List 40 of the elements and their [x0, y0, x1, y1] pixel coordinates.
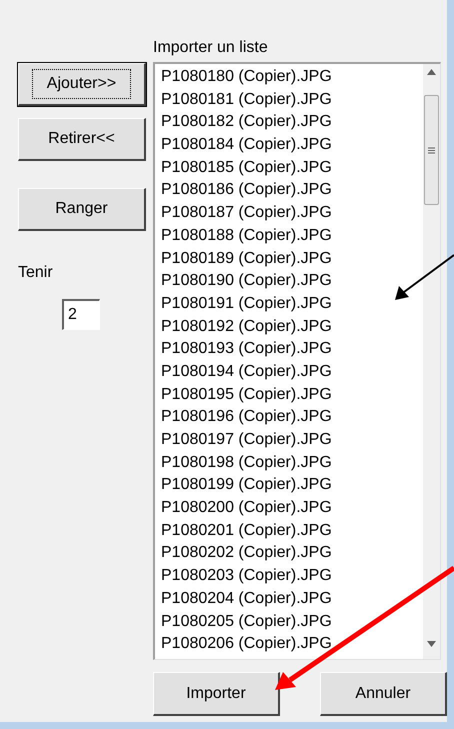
- list-item[interactable]: P1080204 (Copier).JPG: [161, 588, 423, 610]
- list-item[interactable]: P1080203 (Copier).JPG: [161, 565, 423, 588]
- list-item[interactable]: P1080188 (Copier).JPG: [161, 224, 423, 248]
- list-item[interactable]: P1080197 (Copier).JPG: [161, 429, 423, 452]
- list-item[interactable]: P1080181 (Copier).JPG: [161, 88, 423, 112]
- list-item[interactable]: P1080198 (Copier).JPG: [161, 452, 423, 474]
- hold-field[interactable]: 2: [62, 299, 100, 330]
- list-item[interactable]: P1080191 (Copier).JPG: [161, 292, 423, 316]
- list-item[interactable]: P1080194 (Copier).JPG: [161, 360, 423, 384]
- side-button[interactable]: Retirer<<: [18, 118, 146, 161]
- list-item[interactable]: P1080189 (Copier).JPG: [161, 248, 423, 270]
- list-item[interactable]: P1080196 (Copier).JPG: [161, 406, 423, 429]
- footer-button[interactable]: Annuler: [320, 672, 447, 716]
- list-item[interactable]: P1080201 (Copier).JPG: [161, 520, 423, 542]
- list-item[interactable]: P1080185 (Copier).JPG: [161, 156, 423, 180]
- scroll-down-icon[interactable]: [427, 641, 436, 647]
- side-button[interactable]: Ajouter>>: [18, 63, 146, 106]
- scroll-thumb[interactable]: [424, 95, 439, 205]
- list-item[interactable]: P1080184 (Copier).JPG: [161, 134, 423, 157]
- list-item[interactable]: P1080199 (Copier).JPG: [161, 474, 423, 498]
- list-item[interactable]: P1080193 (Copier).JPG: [161, 338, 423, 361]
- hold-label: Tenir: [18, 263, 54, 283]
- side-button[interactable]: Ranger: [18, 188, 146, 231]
- list-item[interactable]: P1080200 (Copier).JPG: [161, 497, 423, 520]
- grip-icon: [428, 146, 435, 154]
- file-list[interactable]: [153, 62, 441, 660]
- footer-button[interactable]: Importer: [153, 672, 280, 716]
- list-item[interactable]: P1080190 (Copier).JPG: [161, 270, 423, 293]
- scrollbar[interactable]: [423, 64, 440, 659]
- list-item[interactable]: P1080180 (Copier).JPG: [161, 66, 423, 89]
- list-item[interactable]: P1080206 (Copier).JPG: [161, 633, 423, 656]
- scroll-up-icon[interactable]: [427, 69, 436, 75]
- list-title: Importer un liste: [153, 38, 269, 58]
- list-item[interactable]: P1080192 (Copier).JPG: [161, 316, 423, 338]
- list-item[interactable]: P1080202 (Copier).JPG: [161, 542, 423, 566]
- list-item[interactable]: P1080205 (Copier).JPG: [161, 610, 423, 634]
- list-item[interactable]: P1080186 (Copier).JPG: [161, 179, 423, 202]
- list-item[interactable]: P1080195 (Copier).JPG: [161, 384, 423, 406]
- list-item[interactable]: P1080182 (Copier).JPG: [161, 111, 423, 134]
- list-item[interactable]: P1080187 (Copier).JPG: [161, 202, 423, 225]
